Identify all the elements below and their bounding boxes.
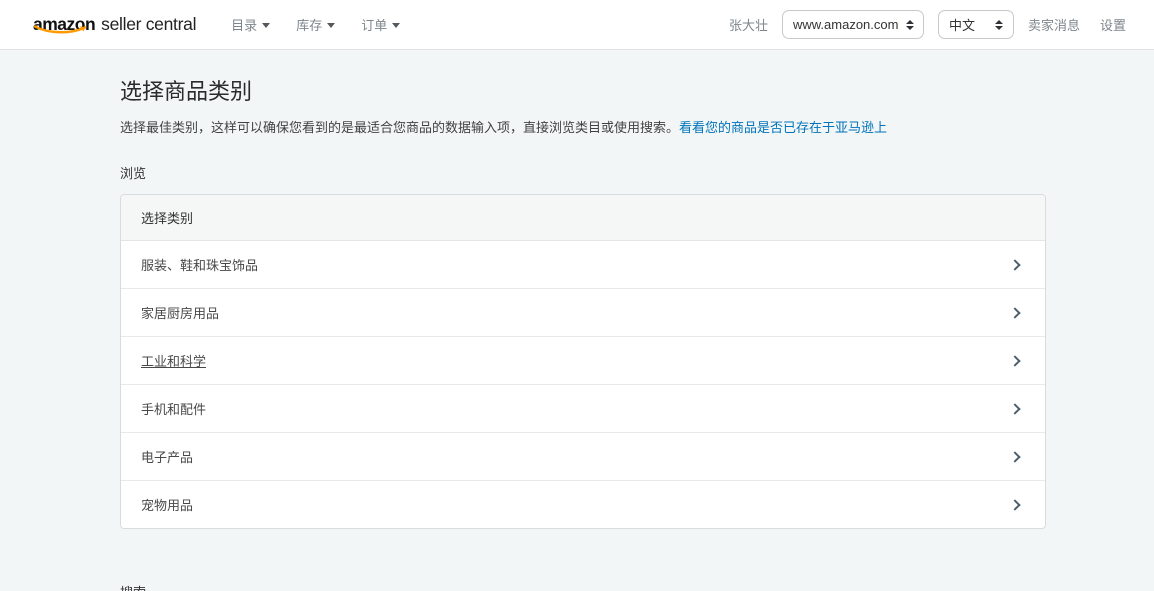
category-row-label: 服装、鞋和珠宝饰品 — [141, 255, 258, 274]
language-select[interactable]: 中文 — [938, 10, 1014, 39]
category-row-pet-supplies[interactable]: 宠物用品 — [121, 481, 1045, 528]
category-row-cellphones-accessories[interactable]: 手机和配件 — [121, 385, 1045, 433]
chevron-right-icon — [1009, 307, 1020, 318]
seller-messages-link[interactable]: 卖家消息 — [1028, 15, 1080, 34]
select-updown-icon — [995, 20, 1003, 30]
nav-item-catalog[interactable]: 目录 — [218, 0, 283, 50]
caret-down-icon — [392, 23, 400, 28]
language-select-value: 中文 — [949, 15, 975, 34]
amazon-smile-icon — [34, 22, 90, 40]
category-panel: 选择类别 服装、鞋和珠宝饰品 家居厨房用品 工业和科学 手机和配件 电子产品 宠… — [120, 194, 1046, 529]
chevron-right-icon — [1009, 451, 1020, 462]
page-title: 选择商品类别 — [120, 74, 1046, 106]
nav-item-orders-label: 订单 — [361, 15, 387, 34]
user-name: 张大壮 — [729, 15, 768, 34]
topbar-right-group: 张大壮 www.amazon.com 中文 卖家消息 设置 — [729, 10, 1126, 39]
chevron-right-icon — [1009, 355, 1020, 366]
marketplace-select[interactable]: www.amazon.com — [782, 10, 924, 39]
search-section-label: 搜索 — [120, 582, 1046, 591]
category-row-industrial-scientific[interactable]: 工业和科学 — [121, 337, 1045, 385]
category-row-home-kitchen[interactable]: 家居厨房用品 — [121, 289, 1045, 337]
chevron-right-icon — [1009, 259, 1020, 270]
page-subtitle: 选择最佳类别，这样可以确保您看到的是最适合您商品的数据输入项，直接浏览类目或使用… — [120, 117, 1046, 136]
settings-link[interactable]: 设置 — [1100, 15, 1126, 34]
amazon-seller-central-logo[interactable]: amazon seller central — [33, 14, 196, 35]
category-panel-header: 选择类别 — [121, 195, 1045, 241]
app-header: amazon seller central 目录 库存 订单 张大壮 www.a… — [0, 0, 1154, 50]
select-updown-icon — [906, 20, 914, 30]
nav-item-inventory-label: 库存 — [296, 15, 322, 34]
category-row-label: 家居厨房用品 — [141, 303, 219, 322]
seller-central-logo-text: seller central — [101, 14, 196, 35]
caret-down-icon — [262, 23, 270, 28]
category-row-label: 宠物用品 — [141, 495, 193, 514]
existing-product-link[interactable]: 看看您的商品是否已存在于亚马逊上 — [679, 120, 887, 135]
chevron-right-icon — [1009, 499, 1020, 510]
top-navigation: 目录 库存 订单 — [218, 0, 413, 50]
nav-item-catalog-label: 目录 — [231, 15, 257, 34]
chevron-right-icon — [1009, 403, 1020, 414]
nav-item-inventory[interactable]: 库存 — [283, 0, 348, 50]
browse-section-label: 浏览 — [120, 163, 1046, 182]
category-row-label: 手机和配件 — [141, 399, 206, 418]
category-row-clothing[interactable]: 服装、鞋和珠宝饰品 — [121, 241, 1045, 289]
category-row-electronics[interactable]: 电子产品 — [121, 433, 1045, 481]
marketplace-select-value: www.amazon.com — [793, 17, 898, 32]
category-row-label: 工业和科学 — [141, 351, 206, 370]
category-row-label: 电子产品 — [141, 447, 193, 466]
nav-item-orders[interactable]: 订单 — [348, 0, 413, 50]
caret-down-icon — [327, 23, 335, 28]
page-subtitle-text: 选择最佳类别，这样可以确保您看到的是最适合您商品的数据输入项，直接浏览类目或使用… — [120, 120, 679, 135]
main-content: 选择商品类别 选择最佳类别，这样可以确保您看到的是最适合您商品的数据输入项，直接… — [0, 50, 1046, 591]
